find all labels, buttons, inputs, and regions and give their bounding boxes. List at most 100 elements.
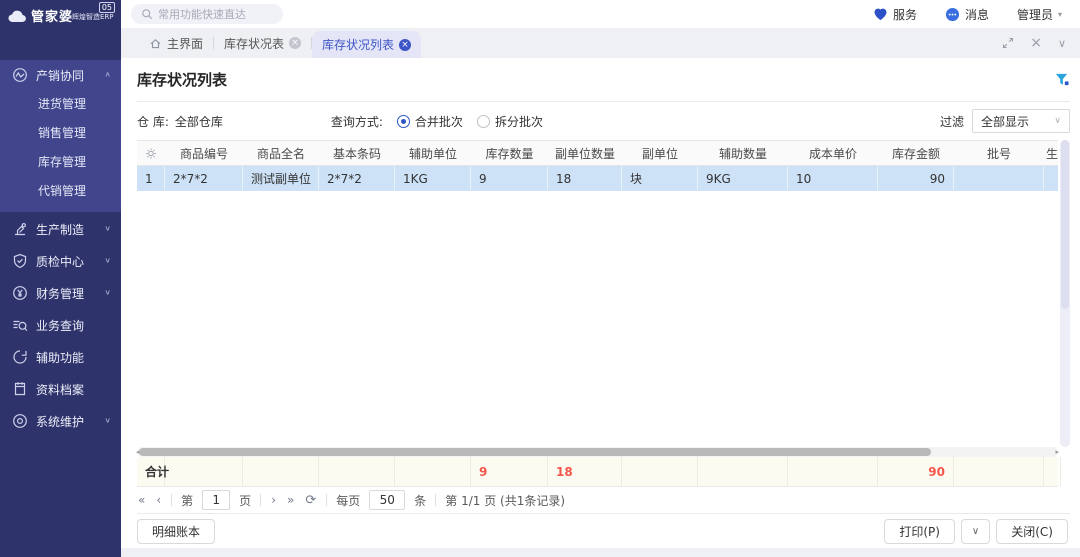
main-area: 服务 消息 管理员 ▾ [121, 0, 1080, 557]
page-number-input[interactable] [202, 490, 230, 510]
message-link[interactable]: 消息 [945, 6, 989, 23]
quick-search[interactable] [131, 4, 283, 24]
filter-select[interactable]: 全部显示 ∨ [972, 109, 1070, 133]
sidebar: 管家婆 辉煌智造ERP 05 产销协同 ∧ 进货管理 销售管理 库存管理 代销管… [0, 0, 121, 557]
vertical-scrollbar-thumb[interactable] [1061, 140, 1069, 309]
filter-selected-value: 全部显示 [981, 113, 1054, 130]
sidebar-group-label: 财务管理 [36, 285, 104, 302]
sidebar-group-header-archives[interactable]: 资料档案 [0, 374, 121, 404]
sidebar-group-header-quality[interactable]: 质检中心 ∨ [0, 246, 121, 276]
page-content: 库存状况列表 仓 库: 全部仓库 查询方式: 合并批次 [121, 58, 1080, 548]
filter-dropdown-group: 过滤 全部显示 ∨ [940, 109, 1070, 133]
home-icon [149, 37, 162, 50]
brand-name: 管家婆 [31, 6, 73, 25]
service-label: 服务 [893, 6, 917, 23]
sidebar-group-header-business-query[interactable]: 业务查询 [0, 310, 121, 340]
refresh-icon[interactable]: ⟳ [304, 493, 317, 508]
horizontal-scrollbar[interactable]: ◂ ▸ [137, 447, 1058, 457]
caret-down-icon: ▾ [1058, 10, 1062, 19]
radio-merge-batch[interactable]: 合并批次 [397, 113, 463, 130]
sidebar-group-label: 业务查询 [36, 317, 111, 334]
last-page-button[interactable]: » [286, 493, 295, 507]
column-header[interactable]: 批号 [954, 141, 1044, 165]
column-header[interactable]: 副单位数量 [548, 141, 622, 165]
horizontal-scrollbar-thumb[interactable] [139, 448, 931, 456]
cell-barcode: 2*7*2 [319, 166, 395, 191]
sidebar-group-label: 系统维护 [36, 413, 104, 430]
close-tab-icon[interactable]: × [399, 39, 411, 51]
sidebar-group-header-finance[interactable]: 财务管理 ∨ [0, 278, 121, 308]
sidebar-group-header-auxiliary[interactable]: 辅助功能 [0, 342, 121, 372]
print-button[interactable]: 打印(P) [884, 519, 955, 544]
page-header: 库存状况列表 [137, 58, 1070, 102]
chevron-down-icon: ∨ [104, 417, 111, 425]
sidebar-group-label: 资料档案 [36, 381, 111, 398]
radio-selected-icon [397, 115, 410, 128]
radio-label: 拆分批次 [495, 113, 543, 130]
chevron-down-icon: ∨ [104, 225, 111, 233]
column-header[interactable]: 辅助单位 [395, 141, 471, 165]
sidebar-item-consignment[interactable]: 代销管理 [0, 177, 121, 206]
chevron-down-icon: ∨ [104, 257, 111, 265]
sidebar-group-header-manufacturing[interactable]: 生产制造 ∨ [0, 214, 121, 244]
row-index: 1 [137, 166, 165, 191]
cell-product-code: 2*7*2 [165, 166, 243, 191]
prev-page-button[interactable]: ‹ [155, 493, 162, 507]
column-header[interactable]: 商品全名 [243, 141, 319, 165]
user-menu[interactable]: 管理员 ▾ [1017, 6, 1062, 23]
search-input[interactable] [158, 8, 268, 21]
close-icon[interactable]: × [1030, 35, 1042, 51]
maximize-icon[interactable] [1002, 37, 1014, 49]
filter-funnel-icon[interactable] [1054, 72, 1070, 87]
vertical-scrollbar[interactable] [1060, 140, 1070, 447]
sidebar-submenu: 进货管理 销售管理 库存管理 代销管理 [0, 90, 121, 206]
tab-home[interactable]: 主界面 [139, 28, 213, 58]
totals-stock-amount: 90 [878, 457, 954, 486]
column-header[interactable]: 辅助数量 [698, 141, 788, 165]
column-settings-button[interactable] [137, 141, 165, 165]
footer-right-buttons: 打印(P) ∨ 关闭(C) [884, 519, 1070, 544]
brand-subtitle: 辉煌智造ERP [72, 12, 114, 22]
sidebar-item-purchase[interactable]: 进货管理 [0, 90, 121, 119]
warehouse-value[interactable]: 全部仓库 [175, 113, 223, 130]
tab-inventory-status[interactable]: 库存状况表 × [214, 28, 311, 58]
cell-stock-amount: 90 [878, 166, 954, 191]
column-header[interactable]: 库存数量 [471, 141, 548, 165]
radio-split-batch[interactable]: 拆分批次 [477, 113, 543, 130]
first-page-button[interactable]: « [137, 493, 146, 507]
page-title: 库存状况列表 [137, 69, 227, 90]
sidebar-item-sales[interactable]: 销售管理 [0, 119, 121, 148]
cell-product-name: 测试副单位 [243, 166, 319, 191]
collapse-chevron-icon[interactable]: ∨ [1058, 37, 1066, 50]
message-label: 消息 [965, 6, 989, 23]
print-dropdown-button[interactable]: ∨ [961, 519, 990, 544]
sidebar-item-inventory[interactable]: 库存管理 [0, 148, 121, 177]
column-header[interactable]: 商品编号 [165, 141, 243, 165]
sidebar-group-finance: 财务管理 ∨ [0, 278, 121, 308]
pulse-circle-icon [12, 67, 28, 83]
sidebar-group-label: 生产制造 [36, 221, 104, 238]
column-header[interactable]: 基本条码 [319, 141, 395, 165]
close-button[interactable]: 关闭(C) [996, 519, 1068, 544]
sidebar-group-business-query: 业务查询 [0, 310, 121, 340]
tab-inventory-status-list[interactable]: 库存状况列表 × [312, 31, 421, 58]
query-mode-group: 查询方式: 合并批次 拆分批次 [331, 113, 543, 130]
close-tab-icon[interactable]: × [289, 37, 301, 49]
column-header[interactable]: 生 [1044, 141, 1060, 165]
table-row[interactable]: 1 2*7*2 测试副单位 2*7*2 1KG 9 18 块 9KG 10 90 [137, 166, 1058, 191]
service-link[interactable]: 服务 [873, 6, 917, 23]
sidebar-group-header-production-sales[interactable]: 产销协同 ∧ [0, 60, 121, 90]
per-page-input[interactable] [369, 490, 405, 510]
next-page-button[interactable]: › [270, 493, 277, 507]
totals-label: 合计 [137, 457, 165, 486]
sidebar-group-header-system[interactable]: 系统维护 ∨ [0, 406, 121, 436]
table-empty-area [137, 191, 1058, 447]
column-header[interactable]: 副单位 [622, 141, 698, 165]
detail-ledger-button[interactable]: 明细账本 [137, 519, 215, 544]
search-icon [141, 8, 153, 20]
column-header[interactable]: 成本单价 [788, 141, 878, 165]
pagination-divider [171, 494, 172, 506]
scroll-right-icon[interactable]: ▸ [1055, 447, 1059, 457]
column-header[interactable]: 库存金额 [878, 141, 954, 165]
cell-cost-price: 10 [788, 166, 878, 191]
